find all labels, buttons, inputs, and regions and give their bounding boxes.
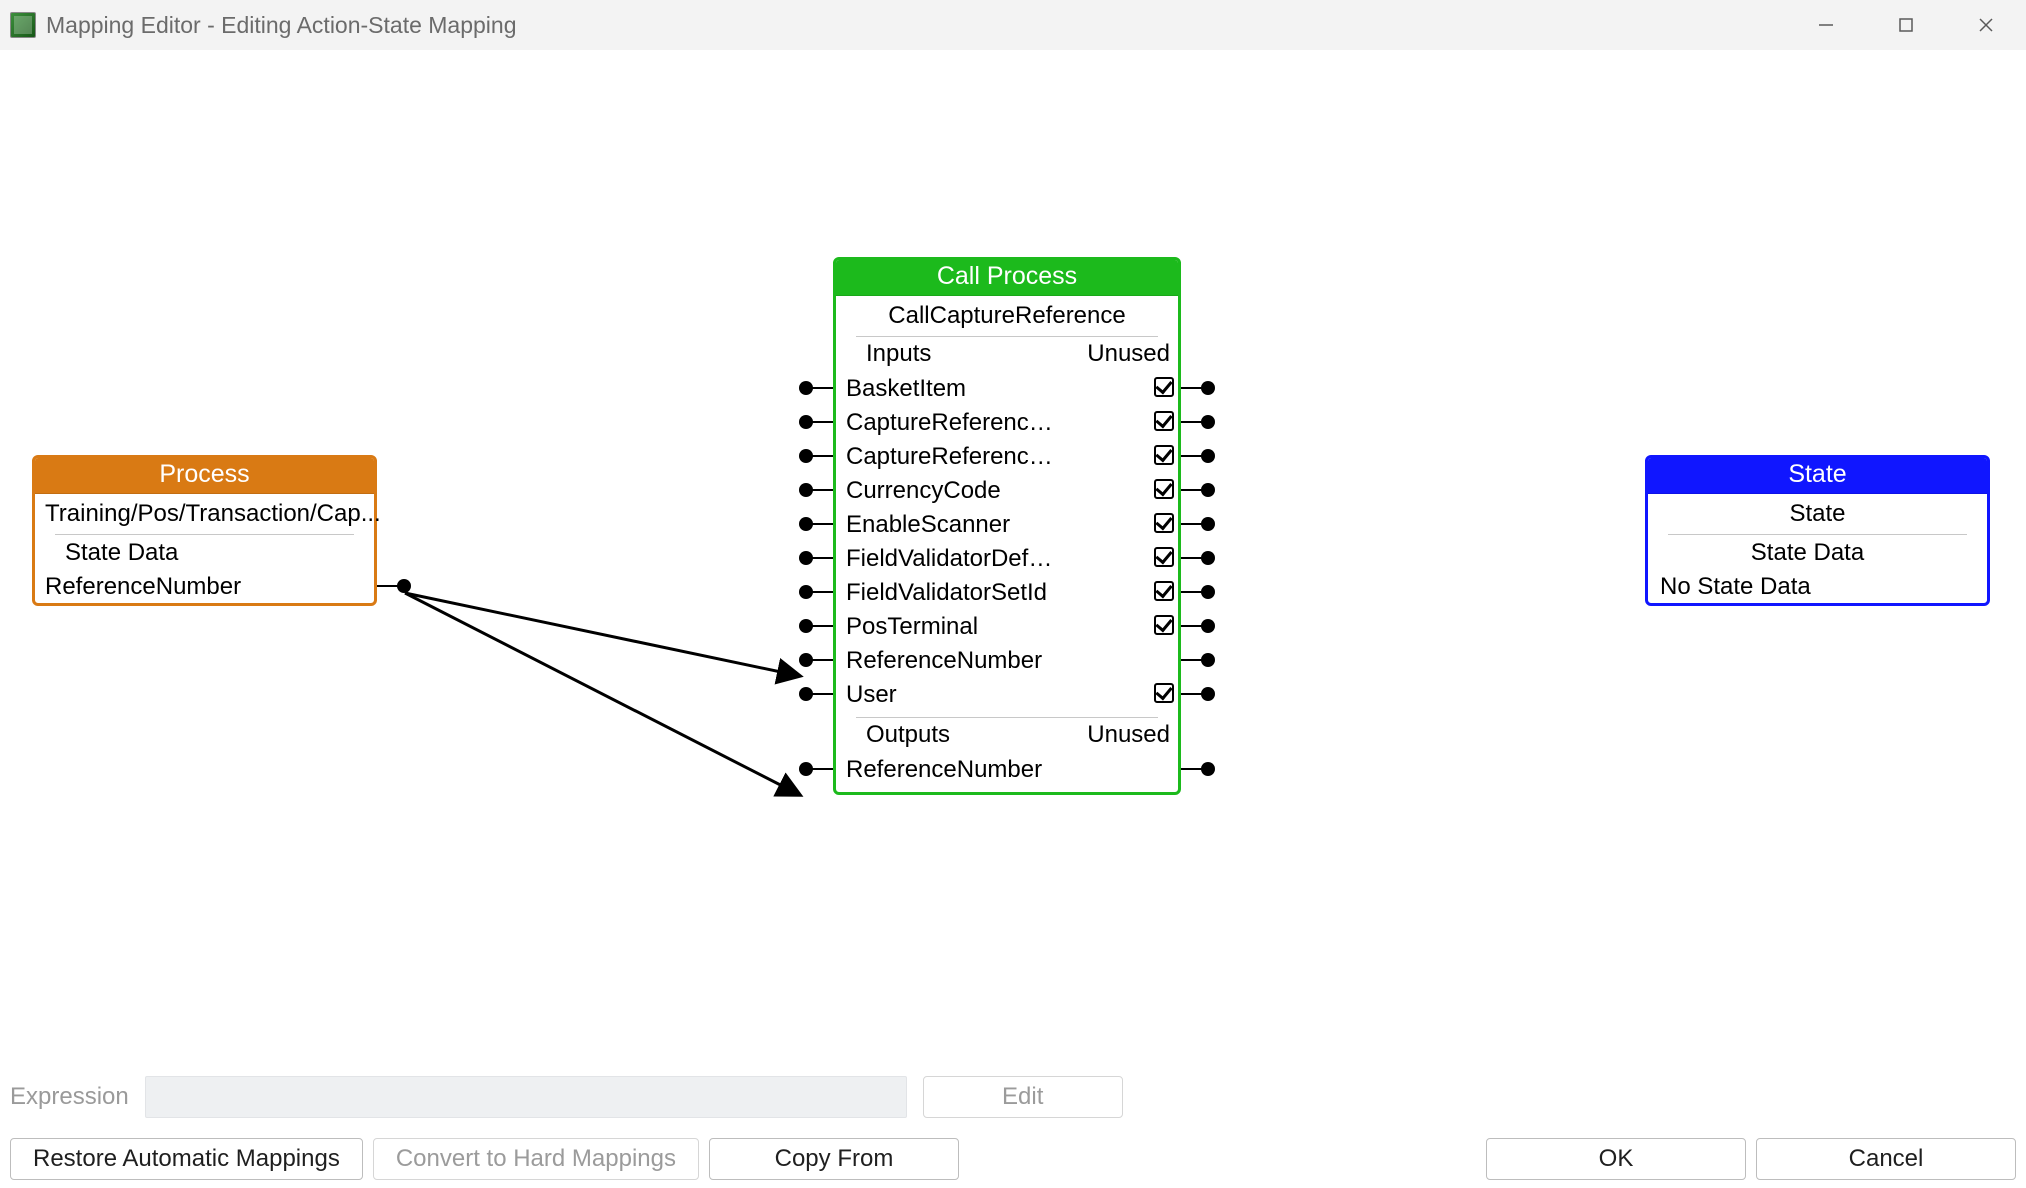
input-right-port-9[interactable]	[1201, 687, 1215, 701]
input-left-port-0[interactable]	[799, 381, 813, 395]
state-node-subtitle: State	[1648, 494, 1987, 534]
expression-input[interactable]	[145, 1076, 907, 1118]
input-right-port-4[interactable]	[1201, 517, 1215, 531]
input-left-port-2[interactable]	[799, 449, 813, 463]
cancel-button[interactable]: Cancel	[1756, 1138, 2016, 1180]
input-label-0: BasketItem	[846, 372, 966, 406]
input-row-0[interactable]: BasketItem	[836, 371, 1178, 405]
input-label-9: User	[846, 678, 897, 712]
input-left-port-6[interactable]	[799, 585, 813, 599]
input-unused-checkbox-9[interactable]	[1154, 683, 1174, 703]
input-row-3[interactable]: CurrencyCode	[836, 473, 1178, 507]
inputs-header: Inputs	[866, 340, 931, 367]
input-label-4: EnableScanner	[846, 508, 1010, 542]
inputs-unused-header: Unused	[1087, 337, 1170, 371]
process-node-header: Process	[35, 458, 374, 494]
minimize-icon	[1816, 15, 1836, 35]
input-left-port-5[interactable]	[799, 551, 813, 565]
output-right-port-0[interactable]	[1201, 762, 1215, 776]
convert-to-hard-mappings-button[interactable]: Convert to Hard Mappings	[373, 1138, 699, 1180]
input-row-8[interactable]: ReferenceNumber	[836, 643, 1178, 677]
footer: Expression Edit Restore Automatic Mappin…	[0, 1063, 2026, 1188]
copy-from-button[interactable]: Copy From	[709, 1138, 959, 1180]
input-label-3: CurrencyCode	[846, 474, 1001, 508]
input-label-7: PosTerminal	[846, 610, 978, 644]
window-root: Mapping Editor - Editing Action-State Ma…	[0, 0, 2026, 1188]
input-row-6[interactable]: FieldValidatorSetId	[836, 575, 1178, 609]
window-title: Mapping Editor - Editing Action-State Ma…	[46, 12, 517, 39]
input-row-2[interactable]: CaptureReferenceP...	[836, 439, 1178, 473]
input-row-7[interactable]: PosTerminal	[836, 609, 1178, 643]
process-referencenumber-out-port[interactable]	[397, 579, 411, 593]
input-right-port-7[interactable]	[1201, 619, 1215, 633]
mapping-canvas[interactable]: Process Training/Pos/Transaction/Cap... …	[0, 50, 2026, 1063]
input-unused-checkbox-7[interactable]	[1154, 615, 1174, 635]
input-left-port-4[interactable]	[799, 517, 813, 531]
maximize-button[interactable]	[1866, 0, 1946, 50]
input-left-port-7[interactable]	[799, 619, 813, 633]
outputs-unused-header: Unused	[1087, 718, 1170, 752]
input-label-5: FieldValidatorDefini...	[846, 542, 1056, 576]
output-left-port-0[interactable]	[799, 762, 813, 776]
input-label-8: ReferenceNumber	[846, 644, 1042, 678]
edit-button[interactable]: Edit	[923, 1076, 1123, 1118]
call-process-node-header: Call Process	[836, 260, 1178, 296]
input-row-4[interactable]: EnableScanner	[836, 507, 1178, 541]
state-node[interactable]: State State State Data No State Data	[1645, 455, 1990, 606]
app-icon	[10, 12, 36, 38]
input-right-port-0[interactable]	[1201, 381, 1215, 395]
process-node-subtitle: Training/Pos/Transaction/Cap...	[35, 494, 374, 534]
restore-automatic-mappings-button[interactable]: Restore Automatic Mappings	[10, 1138, 363, 1180]
input-left-port-9[interactable]	[799, 687, 813, 701]
input-unused-checkbox-2[interactable]	[1154, 445, 1174, 465]
input-right-port-8[interactable]	[1201, 653, 1215, 667]
state-no-data-label: No State Data	[1660, 570, 1811, 604]
ok-button[interactable]: OK	[1486, 1138, 1746, 1180]
input-unused-checkbox-5[interactable]	[1154, 547, 1174, 567]
input-unused-checkbox-1[interactable]	[1154, 411, 1174, 431]
input-label-1: CaptureReferenceP...	[846, 406, 1056, 440]
input-right-port-3[interactable]	[1201, 483, 1215, 497]
input-left-port-8[interactable]	[799, 653, 813, 667]
state-state-data-label: State Data	[1648, 535, 1987, 569]
input-left-port-1[interactable]	[799, 415, 813, 429]
input-unused-checkbox-4[interactable]	[1154, 513, 1174, 533]
input-left-port-3[interactable]	[799, 483, 813, 497]
input-row-9[interactable]: User	[836, 677, 1178, 711]
output-label-0: ReferenceNumber	[846, 753, 1042, 787]
outputs-header: Outputs	[866, 721, 950, 748]
input-row-1[interactable]: CaptureReferenceP...	[836, 405, 1178, 439]
process-node[interactable]: Process Training/Pos/Transaction/Cap... …	[32, 455, 377, 606]
call-process-node[interactable]: Call Process CallCaptureReference Inputs…	[833, 257, 1181, 795]
input-right-port-1[interactable]	[1201, 415, 1215, 429]
process-row-label: ReferenceNumber	[45, 570, 241, 604]
input-row-5[interactable]: FieldValidatorDefini...	[836, 541, 1178, 575]
call-process-subtitle: CallCaptureReference	[836, 296, 1178, 336]
state-node-header: State	[1648, 458, 1987, 494]
output-row-0[interactable]: ReferenceNumber	[836, 752, 1178, 786]
process-row-referencenumber[interactable]: ReferenceNumber	[35, 569, 374, 603]
input-right-port-2[interactable]	[1201, 449, 1215, 463]
input-unused-checkbox-0[interactable]	[1154, 377, 1174, 397]
input-unused-checkbox-3[interactable]	[1154, 479, 1174, 499]
input-right-port-6[interactable]	[1201, 585, 1215, 599]
close-icon	[1976, 15, 1996, 35]
input-unused-checkbox-6[interactable]	[1154, 581, 1174, 601]
input-label-2: CaptureReferenceP...	[846, 440, 1056, 474]
maximize-icon	[1896, 15, 1916, 35]
process-state-data-label: State Data	[35, 535, 374, 569]
input-label-6: FieldValidatorSetId	[846, 576, 1047, 610]
titlebar: Mapping Editor - Editing Action-State Ma…	[0, 0, 2026, 51]
close-button[interactable]	[1946, 0, 2026, 50]
minimize-button[interactable]	[1786, 0, 1866, 50]
input-right-port-5[interactable]	[1201, 551, 1215, 565]
expression-label: Expression	[10, 1083, 129, 1111]
